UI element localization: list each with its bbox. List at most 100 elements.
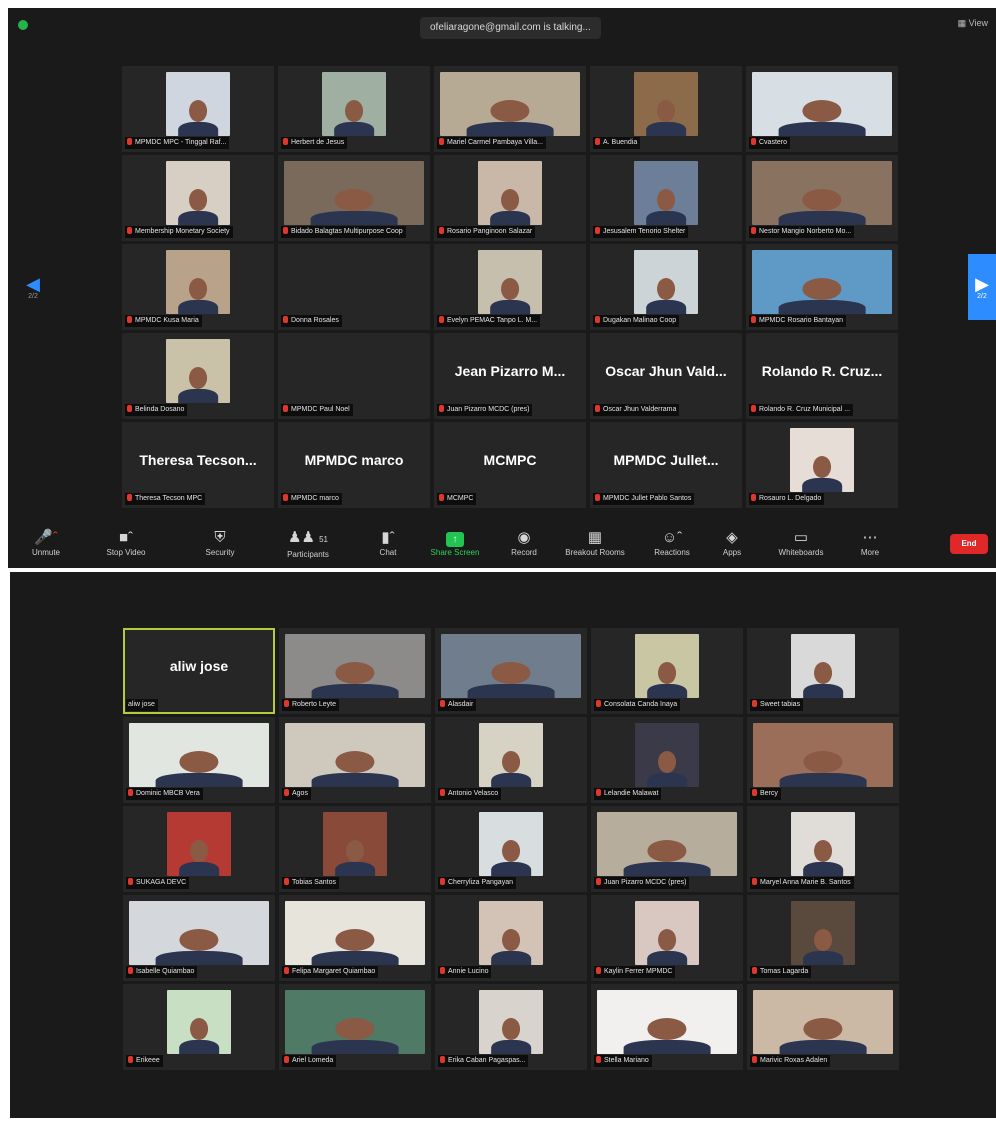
muted-mic-icon (283, 494, 288, 501)
participant-tile[interactable]: Theresa Tecson... Theresa Tecson MPC (122, 422, 274, 508)
participant-body (803, 861, 843, 876)
participant-name-text: Rosario Panginoon Salazar (447, 228, 533, 235)
participant-tile[interactable]: Marivic Roxas Adalen (747, 984, 899, 1070)
stop-video-button[interactable]: ■ˆ Stop Video (96, 528, 156, 557)
participant-name-text: Ariel Lomeda (292, 1057, 334, 1064)
participant-tile[interactable]: Tomas Lagarda (747, 895, 899, 981)
participant-body (778, 121, 866, 136)
muted-mic-icon (283, 138, 288, 145)
participant-tile[interactable]: Ariel Lomeda (279, 984, 431, 1070)
participant-tile[interactable]: MPMDC MPC - Tinggal Raf... (122, 66, 274, 152)
participant-tile[interactable]: Roberto Leyte (279, 628, 431, 714)
participant-name-text: Maryel Anna Marie B. Santos (760, 879, 851, 886)
participant-tile[interactable]: Jesusalem Tenorio Shelter (590, 155, 742, 241)
participant-tile[interactable]: Antonio Velasco (435, 717, 587, 803)
participant-tile[interactable]: Dominic MBCB Vera (123, 717, 275, 803)
participant-tile[interactable]: Rolando R. Cruz... Rolando R. Cruz Munici… (746, 333, 898, 419)
participant-tile[interactable]: Rosario Panginoon Salazar (434, 155, 586, 241)
participant-name-label: Agos (282, 788, 311, 800)
muted-mic-icon (283, 405, 288, 412)
participant-tile[interactable]: Rosauro L. Delgado (746, 422, 898, 508)
reactions-button[interactable]: ☺ˆ Reactions (642, 528, 702, 557)
participant-tile[interactable]: Belinda Dosano (122, 333, 274, 419)
participant-tile[interactable]: aliw jose aliw jose (123, 628, 275, 714)
zoom-window-screen-1: ofeliaragone@gmail.com is talking... ▦ V… (8, 8, 996, 568)
participant-tile[interactable]: SUKAGA DEVC (123, 806, 275, 892)
participants-button[interactable]: ♟♟ 51 Participants (278, 528, 338, 559)
share-screen-icon: ↑ (420, 528, 490, 548)
participant-tile[interactable]: Mariel Carmel Pambaya Villa... (434, 66, 586, 152)
muted-mic-icon (595, 494, 600, 501)
participant-tile[interactable]: MCMPC MCMPC (434, 422, 586, 508)
next-page-button[interactable]: ▶ 2/2 (968, 254, 996, 320)
participant-tile[interactable]: Donna Rosales (278, 244, 430, 330)
participant-name-label: Roberto Leyte (282, 699, 339, 711)
participant-tile[interactable]: Dugakan Malinao Coop (590, 244, 742, 330)
participant-tile[interactable]: Tobias Santos (279, 806, 431, 892)
apps-button[interactable]: ◈ Apps (702, 528, 762, 557)
participant-head (189, 100, 207, 122)
participant-tile[interactable]: Oscar Jhun Vald... Oscar Jhun Valderrama (590, 333, 742, 419)
more-button[interactable]: ⋯ More (840, 528, 900, 557)
gallery-grid-screen-1: MPMDC MPC - Tinggal Raf... Herbert de Jes… (122, 66, 898, 508)
participant-tile[interactable]: MPMDC Paul Noel (278, 333, 430, 419)
participant-tile[interactable]: Bidado Balagtas Multipurpose Coop (278, 155, 430, 241)
reactions-label: Reactions (654, 548, 690, 557)
participant-name-label: Bercy (750, 788, 781, 800)
participant-tile[interactable]: Herbert de Jesus (278, 66, 430, 152)
participant-tile[interactable]: Cvastero (746, 66, 898, 152)
participant-tile[interactable]: MPMDC Jullet... MPMDC Jullet Pablo Santos (590, 422, 742, 508)
participant-tile[interactable]: Evelyn PEMAC Tanpo L. M... (434, 244, 586, 330)
participant-tile[interactable]: Sweet tabias (747, 628, 899, 714)
muted-mic-icon (128, 789, 133, 796)
participant-tile[interactable]: Felipa Margaret Quiambao (279, 895, 431, 981)
participant-name-text: Antonio Velasco (448, 790, 499, 797)
participant-body (155, 950, 243, 965)
participant-name-text: MPMDC MPC - Tinggal Raf... (135, 139, 227, 146)
participant-tile[interactable]: Erikeee (123, 984, 275, 1070)
participant-tile[interactable]: MPMDC marco MPMDC marco (278, 422, 430, 508)
participant-video (790, 428, 854, 492)
participant-name-text: A. Buendia (603, 139, 638, 146)
participant-tile[interactable]: Lelandie Malawat (591, 717, 743, 803)
participant-tile[interactable]: Agos (279, 717, 431, 803)
stop-video-label: Stop Video (106, 548, 146, 557)
participant-name-text: Evelyn PEMAC Tanpo L. M... (447, 317, 538, 324)
chat-button[interactable]: ▮ˆ Chat (358, 528, 418, 557)
muted-mic-icon (752, 1056, 757, 1063)
participant-name-label: Alasdair (438, 699, 477, 711)
security-button[interactable]: ⛨ Security (190, 528, 250, 557)
end-meeting-button[interactable]: End (950, 534, 988, 554)
participant-tile[interactable]: Jean Pizarro M... Juan Pizarro MCDC (pres… (434, 333, 586, 419)
participant-tile[interactable]: Stella Mariano (591, 984, 743, 1070)
participant-tile[interactable]: Isabelle Quiambao (123, 895, 275, 981)
participant-tile[interactable]: Membership Monetary Society (122, 155, 274, 241)
participant-tile[interactable]: Kaylin Ferrer MPMDC (591, 895, 743, 981)
participant-tile[interactable]: Annie Lucino (435, 895, 587, 981)
view-label: View (968, 18, 988, 28)
previous-page-button[interactable]: ◀ 2/2 (20, 254, 46, 320)
record-button[interactable]: ◉ Record (494, 528, 554, 557)
participant-name-text: Cvastero (759, 139, 788, 146)
share-screen-button[interactable]: ↑ Share Screen (420, 528, 490, 557)
participant-tile[interactable]: Erika Caban Pagaspas... (435, 984, 587, 1070)
view-button[interactable]: ▦ View (958, 18, 988, 29)
participant-tile[interactable]: A. Buendia (590, 66, 742, 152)
security-shield-icon[interactable] (18, 20, 28, 30)
participant-tile[interactable]: MPMDC Rosario Bantayan (746, 244, 898, 330)
participant-name-text: Theresa Tecson MPC (135, 495, 203, 502)
unmute-button[interactable]: 🎤ˆ Unmute (16, 528, 76, 557)
participant-tile[interactable]: Alasdair (435, 628, 587, 714)
breakout-rooms-button[interactable]: ▦ Breakout Rooms (558, 528, 632, 557)
participant-tile[interactable]: Juan Pizarro MCDC (pres) (591, 806, 743, 892)
participant-tile[interactable]: Bercy (747, 717, 899, 803)
participant-tile[interactable]: Nestor Mangio Norberto Mo... (746, 155, 898, 241)
participant-tile[interactable]: MPMDC Kusa Maria (122, 244, 274, 330)
participant-video (479, 812, 543, 876)
participant-tile[interactable]: Maryel Anna Marie B. Santos (747, 806, 899, 892)
participant-video (129, 723, 269, 787)
participant-tile[interactable]: Cherryliza Pangayan (435, 806, 587, 892)
participant-tile[interactable]: Consolata Canda Inaya (591, 628, 743, 714)
whiteboards-button[interactable]: ▭ Whiteboards (768, 528, 834, 557)
participant-name-text: Nestor Mangio Norberto Mo... (759, 228, 852, 235)
